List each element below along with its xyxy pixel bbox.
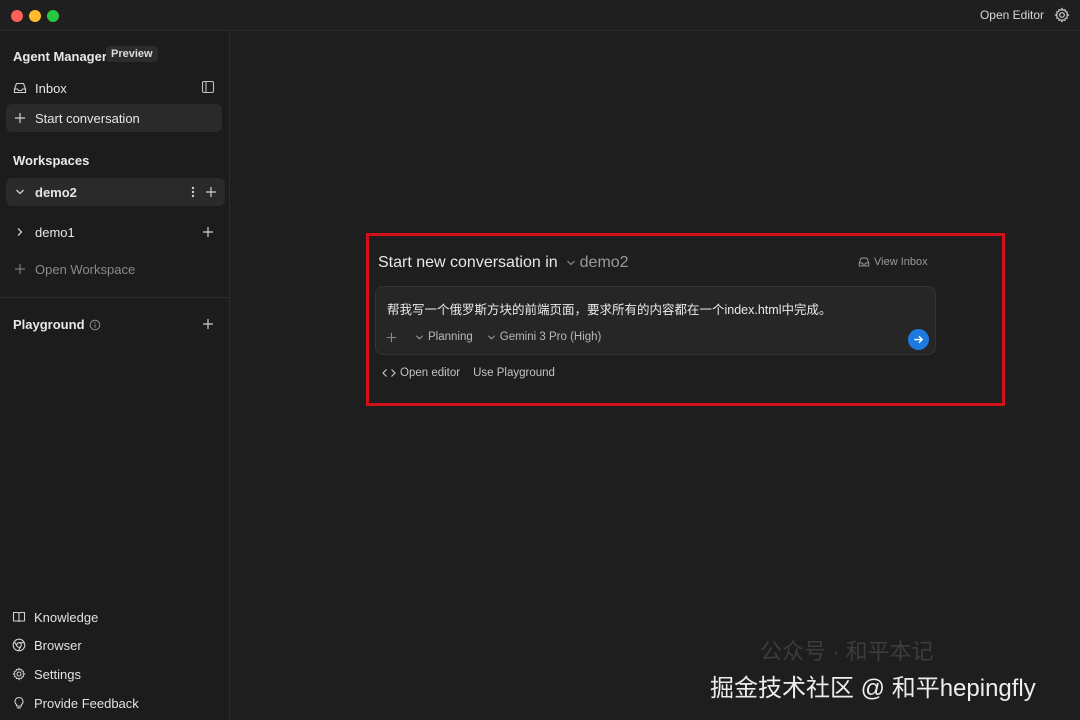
chrome-icon <box>12 638 26 652</box>
zoom-window-button[interactable] <box>47 10 59 22</box>
preview-badge: Preview <box>106 46 158 62</box>
sidebar-item-knowledge[interactable]: Knowledge <box>12 606 98 628</box>
watermark-primary: 掘金技术社区 @ 和平hepingfly <box>710 675 1036 702</box>
sidebar-toggle-icon[interactable] <box>201 80 215 94</box>
sidebar-item-label: Browser <box>34 637 82 653</box>
sidebar: Agent Manager Preview Inbox Start conver… <box>0 31 230 720</box>
more-vertical-icon[interactable] <box>191 186 195 198</box>
plus-icon <box>13 111 27 125</box>
workspace-name: demo1 <box>35 224 75 240</box>
sidebar-item-feedback[interactable]: Provide Feedback <box>12 692 139 714</box>
workspace-item-demo1[interactable]: demo1 <box>6 218 222 246</box>
open-workspace-button[interactable]: Open Workspace <box>6 255 222 283</box>
plus-icon <box>13 262 27 276</box>
playground-heading[interactable]: Playground <box>13 317 101 332</box>
lightbulb-icon <box>12 696 26 710</box>
sidebar-item-label: Provide Feedback <box>34 695 139 711</box>
chevron-right-icon[interactable] <box>13 225 27 239</box>
add-playground-icon[interactable] <box>201 317 215 331</box>
chevron-down-icon[interactable] <box>13 185 27 199</box>
workspace-actions <box>191 178 217 206</box>
annotation-highlight-box <box>366 233 1005 406</box>
inbox-icon <box>13 81 27 95</box>
add-conversation-icon[interactable] <box>202 226 214 238</box>
playground-label: Playground <box>13 317 85 332</box>
minimize-window-button[interactable] <box>29 10 41 22</box>
open-editor-button[interactable]: Open Editor <box>980 8 1044 22</box>
close-window-button[interactable] <box>11 10 23 22</box>
info-icon[interactable] <box>89 319 101 331</box>
sidebar-item-label: Settings <box>34 666 81 682</box>
start-conversation-button[interactable]: Start conversation <box>6 104 222 132</box>
title-bar: Open Editor <box>0 0 1080 31</box>
sidebar-item-label: Open Workspace <box>35 261 136 277</box>
app-title: Agent Manager <box>13 49 107 64</box>
app-window: Open Editor Agent Manager Preview Inbox … <box>0 0 1080 720</box>
add-conversation-icon[interactable] <box>205 186 217 198</box>
settings-gear-icon[interactable] <box>1054 7 1070 23</box>
sidebar-item-label: Start conversation <box>35 110 140 126</box>
sidebar-item-label: Inbox <box>35 80 67 96</box>
book-icon <box>12 610 26 624</box>
gear-icon <box>12 667 26 681</box>
workspaces-heading: Workspaces <box>13 153 90 168</box>
workspace-item-demo2[interactable]: demo2 <box>6 178 225 206</box>
workspace-name: demo2 <box>35 184 77 200</box>
sidebar-divider <box>0 297 229 298</box>
sidebar-item-settings[interactable]: Settings <box>12 663 81 685</box>
sidebar-item-browser[interactable]: Browser <box>12 634 82 656</box>
sidebar-item-label: Knowledge <box>34 609 99 625</box>
sidebar-item-inbox[interactable]: Inbox <box>6 74 222 102</box>
watermark-secondary: 公众号 · 和平本记 <box>760 639 934 664</box>
workspace-actions <box>202 218 214 246</box>
